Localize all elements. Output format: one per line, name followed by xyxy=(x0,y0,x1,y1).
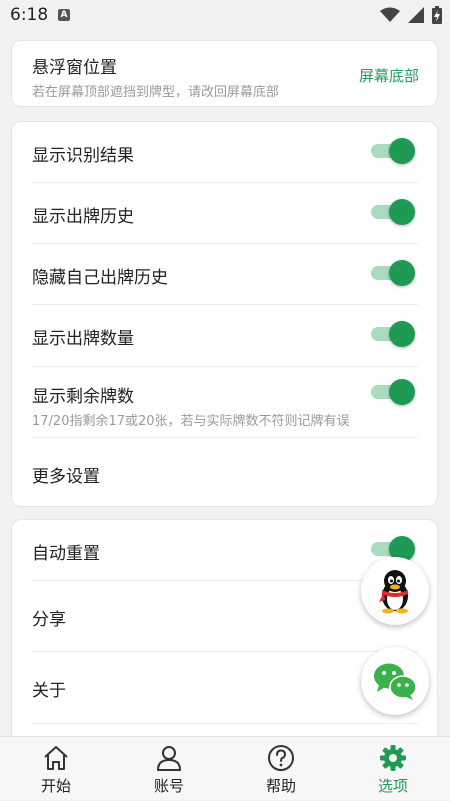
setting-row-show-history[interactable]: 显示出牌历史 xyxy=(12,183,437,243)
more-settings-label: 更多设置 xyxy=(32,467,100,487)
setting-label: 显示出牌历史 xyxy=(32,207,134,227)
wechat-share-button[interactable] xyxy=(361,647,429,715)
setting-label: 自动重置 xyxy=(32,544,100,564)
setting-label: 显示剩余牌数 xyxy=(32,387,134,407)
status-time: 6:18 xyxy=(10,5,49,25)
setting-label: 隐藏自己出牌历史 xyxy=(32,268,168,288)
setting-row-show-count[interactable]: 显示出牌数量 xyxy=(12,305,437,365)
show-count-toggle[interactable] xyxy=(371,321,415,347)
setting-row-show-remaining[interactable]: 显示剩余牌数 17/20指剩余17或20张，若与实际牌数不符则记牌有误 xyxy=(12,367,437,437)
wechat-icon xyxy=(374,663,417,700)
wifi-icon xyxy=(380,7,400,22)
home-icon xyxy=(44,746,68,770)
more-settings-row[interactable]: 更多设置 xyxy=(12,438,437,508)
nav-label: 帮助 xyxy=(265,777,296,795)
float-window-value[interactable]: 屏幕底部 xyxy=(359,65,419,86)
show-history-toggle[interactable] xyxy=(371,199,415,225)
about-label: 关于 xyxy=(32,681,66,701)
other-settings-card: 自动重置 分享 关于 xyxy=(11,519,438,759)
nav-label: 账号 xyxy=(153,777,184,795)
qq-penguin-icon xyxy=(379,570,408,614)
notification-icon: A xyxy=(58,9,70,21)
setting-label: 显示识别结果 xyxy=(32,146,134,166)
float-window-title: 悬浮窗位置 xyxy=(32,58,117,78)
help-icon xyxy=(268,745,294,771)
setting-subtitle: 17/20指剩余17或20张，若与实际牌数不符则记牌有误 xyxy=(32,414,350,429)
show-remaining-toggle[interactable] xyxy=(371,379,415,405)
float-window-subtitle: 若在屏幕顶部遮挡到牌型，请改回屏幕底部 xyxy=(32,85,280,100)
setting-label: 显示出牌数量 xyxy=(32,329,134,349)
signal-icon xyxy=(408,7,424,23)
person-icon xyxy=(157,746,181,771)
display-settings-card: 显示识别结果 显示出牌历史 隐藏自己出牌历史 显示出牌数量 显示剩余牌数 17/… xyxy=(11,121,438,507)
float-window-card[interactable]: 悬浮窗位置 若在屏幕顶部遮挡到牌型，请改回屏幕底部 屏幕底部 xyxy=(11,40,438,107)
nav-account[interactable]: 账号 xyxy=(124,737,214,801)
setting-row-show-result[interactable]: 显示识别结果 xyxy=(12,122,437,182)
nav-options[interactable]: 选项 xyxy=(348,737,438,801)
nav-label: 选项 xyxy=(377,777,408,795)
divider xyxy=(31,723,418,724)
battery-icon xyxy=(432,6,442,24)
bottom-nav: 开始 账号 帮助 选项 xyxy=(0,736,450,800)
nav-start[interactable]: 开始 xyxy=(11,737,101,801)
show-result-toggle[interactable] xyxy=(371,138,415,164)
setting-row-hide-own-history[interactable]: 隐藏自己出牌历史 xyxy=(12,244,437,304)
nav-label: 开始 xyxy=(40,777,71,795)
gear-icon xyxy=(380,745,406,771)
share-label: 分享 xyxy=(32,610,66,630)
nav-help[interactable]: 帮助 xyxy=(236,737,326,801)
qq-share-button[interactable] xyxy=(361,557,429,625)
hide-own-history-toggle[interactable] xyxy=(371,260,415,286)
status-bar: 6:18 A xyxy=(0,0,450,30)
